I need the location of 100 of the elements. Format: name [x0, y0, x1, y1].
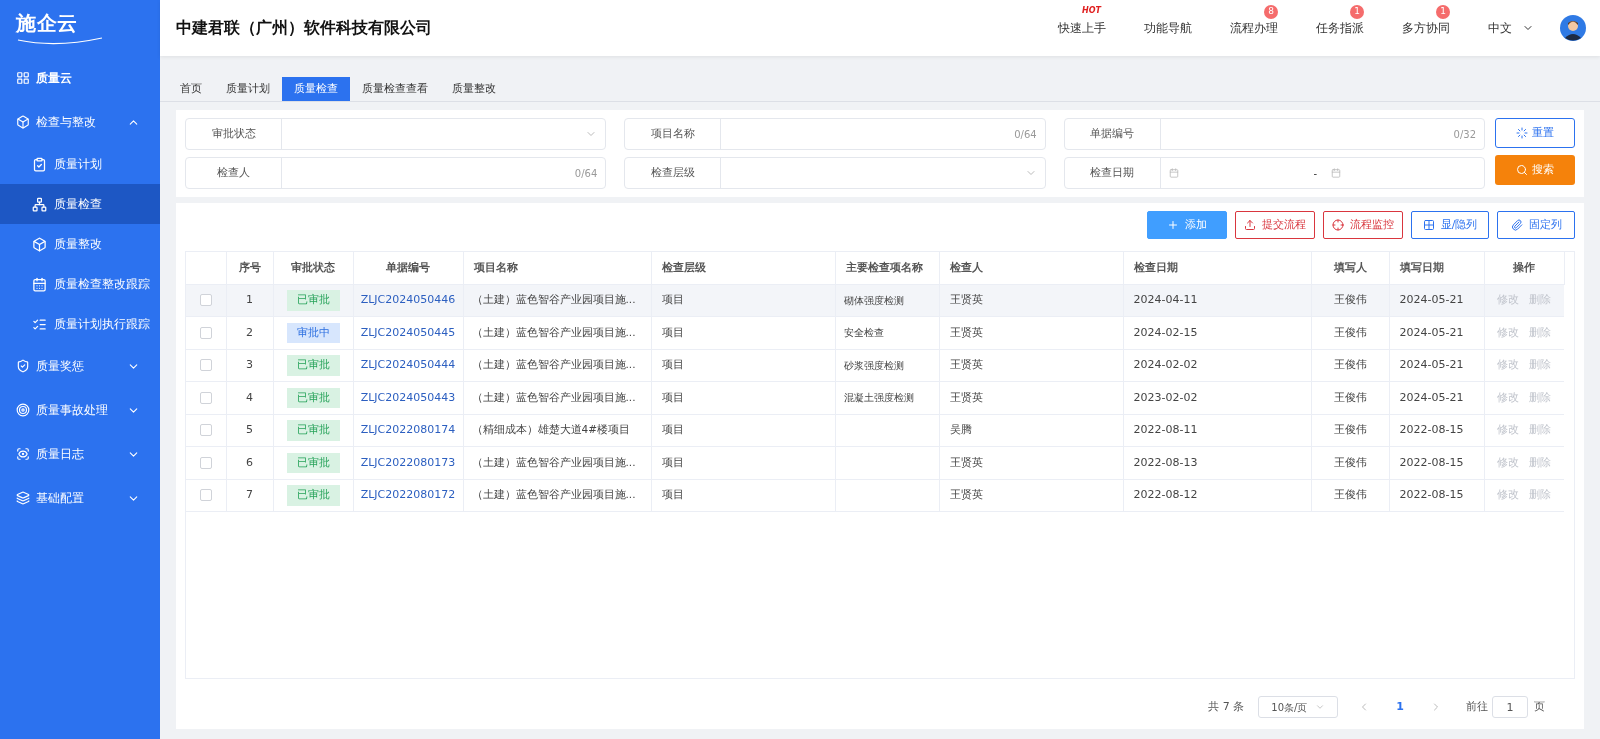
table-cell: 王贤英	[939, 479, 1123, 512]
column-header: 单据编号	[353, 252, 463, 284]
table-row[interactable]: 6 已审批 ZLJC2022080173 （土建）蓝色智谷产业园项目施... 项目 王贤英 2022-08-13 王俊伟 2022-08-15 修改 删除	[186, 446, 1564, 479]
loading-icon	[1516, 127, 1528, 139]
status-tag: 已审批	[286, 387, 340, 408]
tab[interactable]: 质量检查查看	[350, 77, 440, 101]
table-cell: 王俊伟	[1311, 381, 1389, 414]
document-link[interactable]: ZLJC2022080173	[360, 455, 456, 469]
table-row[interactable]: 5 已审批 ZLJC2022080174 （精细成本）雄楚大道4#楼项目 项目 吴腾 2022-08-11 王俊伟 2022-08-15 修改 删除	[186, 414, 1564, 447]
row-checkbox[interactable]	[199, 391, 212, 404]
table-cell: （土建）蓝色智谷产业园项目施...	[463, 446, 651, 479]
row-checkbox[interactable]	[199, 294, 212, 306]
table-cell: 项目	[651, 284, 835, 317]
filter-field[interactable]: 检查日期 -	[1063, 157, 1485, 189]
table-cell: （精细成本）雄楚大道4#楼项目	[463, 414, 651, 447]
tab[interactable]: 质量整改	[440, 77, 508, 101]
toolbar-button[interactable]: 提交流程	[1235, 211, 1315, 239]
filter-field[interactable]: 项目名称 0/64	[624, 118, 1046, 150]
menu-icon	[16, 491, 30, 505]
tab[interactable]: 质量计划	[214, 77, 282, 101]
table-cell: （土建）蓝色智谷产业园项目施...	[463, 381, 651, 414]
column-header: 序号	[226, 252, 273, 284]
nav-link[interactable]: 多方协同	[1402, 21, 1450, 35]
table-cell: 王俊伟	[1311, 284, 1389, 317]
page-unit: 页	[1534, 698, 1545, 715]
table-cell: 3	[226, 349, 273, 382]
sidebar-item[interactable]: 质量云	[0, 56, 160, 100]
nav-link[interactable]: 快速上手	[1058, 21, 1106, 35]
column-header: 检查日期	[1123, 252, 1311, 284]
table-cell: 2024-02-15	[1123, 316, 1311, 349]
char-count: 0/32	[1453, 127, 1476, 142]
document-link[interactable]: ZLJC2024050446	[360, 293, 456, 306]
table-row[interactable]: 4 已审批 ZLJC2024050443 （土建）蓝色智谷产业园项目施... 项目 混凝土强度检测 王贤英 2023-02-02 王俊伟 2024-05-21 修改 删除	[186, 381, 1564, 414]
page-input[interactable]: 1	[1492, 696, 1528, 718]
nav-link[interactable]: 功能导航	[1144, 21, 1192, 35]
table-cell: （土建）蓝色智谷产业园项目施...	[463, 349, 651, 382]
row-checkbox[interactable]	[199, 424, 212, 436]
range-separator: -	[1313, 166, 1318, 181]
table-cell: 王贤英	[939, 284, 1123, 317]
document-link[interactable]: ZLJC2024050443	[360, 390, 456, 404]
nav-link[interactable]: 任务指派	[1316, 21, 1364, 35]
nav-link[interactable]: 流程办理	[1230, 21, 1278, 35]
menu-icon	[32, 236, 47, 252]
sidebar-item[interactable]: 质量日志	[0, 432, 160, 476]
table-cell: 吴腾	[939, 414, 1123, 447]
sidebar-subitem[interactable]: 质量计划执行跟踪	[0, 304, 160, 344]
sidebar-subitem[interactable]: 质量检查	[0, 184, 160, 224]
toolbar-button[interactable]: 固定列	[1497, 211, 1575, 239]
table-cell: 4	[226, 381, 273, 414]
table-cell: 2024-05-21	[1389, 316, 1484, 349]
table-row[interactable]: 3 已审批 ZLJC2024050444 （土建）蓝色智谷产业园项目施... 项目 砂浆强度检测 王贤英 2024-02-02 王俊伟 2024-05-21 修改 删除	[186, 349, 1564, 382]
table-cell: 5	[226, 414, 273, 447]
row-checkbox[interactable]	[199, 489, 212, 501]
row-checkbox[interactable]	[199, 326, 212, 339]
avatar-icon[interactable]	[1560, 15, 1586, 41]
grid-icon	[1422, 219, 1435, 231]
toolbar-button[interactable]: 流程监控	[1323, 211, 1403, 239]
status-tag: 已审批	[286, 355, 340, 376]
sidebar-item[interactable]: 质量奖惩	[0, 344, 160, 388]
language-select[interactable]: 中文	[1488, 19, 1534, 37]
paperclip-icon	[1510, 219, 1523, 231]
filter-field[interactable]: 审批状态	[185, 118, 607, 150]
sidebar-item[interactable]: 检查与整改	[0, 100, 160, 144]
row-checkbox[interactable]	[199, 359, 212, 371]
sidebar-item[interactable]: 基础配置	[0, 476, 160, 520]
sidebar-subitem[interactable]: 质量整改	[0, 224, 160, 264]
menu-icon	[32, 156, 47, 172]
table-cell: 2024-02-02	[1123, 349, 1311, 382]
tab[interactable]: 质量检查	[282, 77, 350, 101]
page-number[interactable]: 1	[1396, 698, 1404, 716]
table-cell: 项目	[651, 349, 835, 382]
char-count: 0/64	[1014, 127, 1037, 142]
calendar-icon	[1331, 168, 1342, 178]
table-cell: 1	[226, 284, 273, 317]
table-cell: 项目	[651, 446, 835, 479]
table-row[interactable]: 7 已审批 ZLJC2022080172 （土建）蓝色智谷产业园项目施... 项目 王贤英 2022-08-12 王俊伟 2022-08-15 修改 删除	[186, 479, 1564, 512]
table-cell: 2022-08-12	[1123, 479, 1311, 512]
tab[interactable]: 首页	[168, 77, 214, 101]
row-checkbox[interactable]	[199, 456, 212, 469]
document-link[interactable]: ZLJC2022080174	[360, 423, 456, 436]
filter-field[interactable]: 单据编号 0/32	[1063, 118, 1485, 150]
search-icon	[1516, 164, 1528, 176]
document-link[interactable]: ZLJC2022080172	[360, 488, 456, 501]
document-link[interactable]: ZLJC2024050444	[360, 358, 456, 371]
page-size-select[interactable]: 10条/页	[1258, 696, 1339, 718]
sidebar-subitem[interactable]: 质量计划	[0, 144, 160, 184]
document-link[interactable]: ZLJC2024050445	[360, 325, 456, 339]
toolbar-button[interactable]: 显/隐列	[1411, 211, 1489, 239]
logo: 施企云	[16, 10, 108, 46]
sidebar-subitem[interactable]: 质量检查整改跟踪	[0, 264, 160, 304]
table-cell: 2024-04-11	[1123, 284, 1311, 317]
filter-field[interactable]: 检查层级	[624, 157, 1046, 189]
reset-button[interactable]: 重置	[1495, 118, 1575, 148]
upload-icon	[1244, 219, 1256, 231]
sidebar-item[interactable]: 质量事故处理	[0, 388, 160, 432]
filter-field[interactable]: 检查人 0/64	[185, 157, 607, 189]
column-header: 主要检查项名称	[835, 252, 939, 284]
table-cell: 2022-08-15	[1389, 414, 1484, 447]
table-cell: 王俊伟	[1311, 446, 1389, 479]
table-row[interactable]: 2 审批中 ZLJC2024050445 （土建）蓝色智谷产业园项目施... 项目 安全检查 王贤英 2024-02-15 王俊伟 2024-05-21 修改 删除	[186, 316, 1564, 349]
